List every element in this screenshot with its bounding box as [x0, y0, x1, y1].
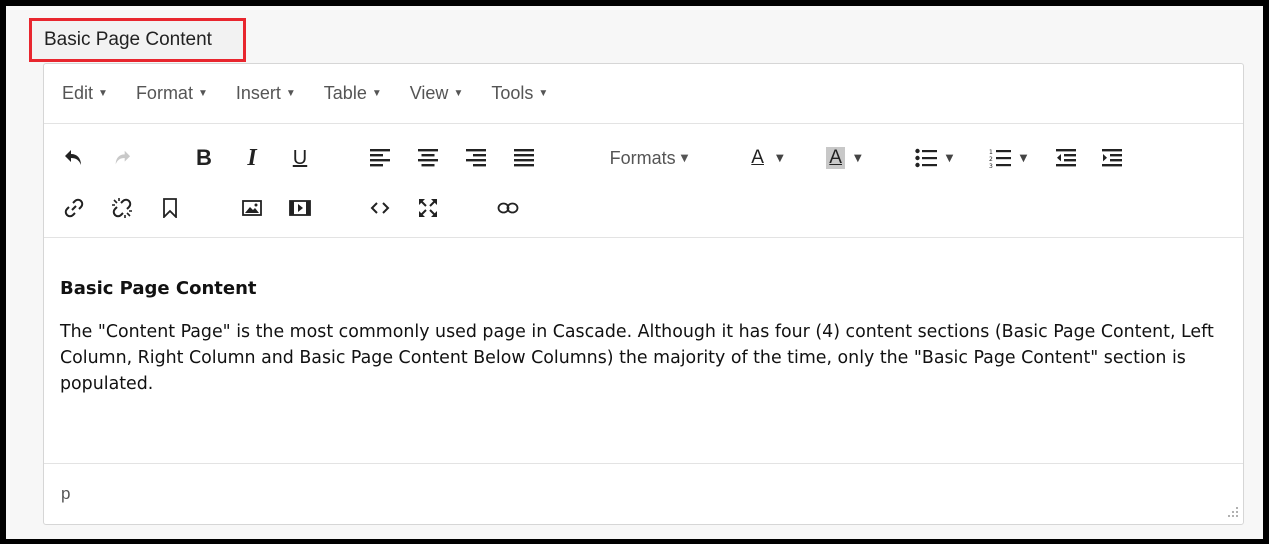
menu-tools[interactable]: Tools ▼	[491, 83, 548, 104]
link-icon	[64, 198, 84, 218]
align-right-icon	[466, 149, 486, 167]
source-code-button[interactable]	[362, 188, 398, 228]
editor-content-area[interactable]: Basic Page Content The "Content Page" is…	[44, 238, 1243, 464]
background-color-button[interactable]: A ▼	[812, 138, 876, 178]
menu-edit[interactable]: Edit ▼	[62, 83, 108, 104]
redo-button[interactable]	[104, 138, 140, 178]
bullet-list-button[interactable]: ▼	[902, 138, 966, 178]
bold-button[interactable]: B	[186, 138, 222, 178]
svg-text:3: 3	[989, 163, 993, 168]
caret-down-icon: ▼	[775, 152, 784, 164]
bookmark-button[interactable]	[152, 188, 188, 228]
image-icon	[242, 200, 262, 216]
caret-down-icon: ▼	[1019, 152, 1028, 164]
menu-insert[interactable]: Insert ▼	[236, 83, 296, 104]
menu-bar: Edit ▼ Format ▼ Insert ▼ Table ▼ View ▼ Tools…	[44, 64, 1243, 124]
undo-button[interactable]	[56, 138, 92, 178]
caret-down-icon: ▼	[371, 88, 382, 99]
bookmark-icon	[163, 198, 177, 218]
indent-icon	[1102, 149, 1122, 167]
align-center-button[interactable]	[410, 138, 446, 178]
undo-icon	[65, 150, 81, 165]
caret-down-icon: ▼	[98, 88, 108, 99]
toolbar-row-2	[44, 188, 1243, 228]
content-paragraph: The "Content Page" is the most commonly …	[60, 322, 1214, 394]
source-code-icon	[370, 202, 390, 214]
menu-view[interactable]: View ▼	[410, 83, 464, 104]
outdent-icon	[1056, 149, 1076, 167]
caret-down-icon: ▼	[538, 88, 549, 99]
numbered-list-button[interactable]: 1 2 3 ▼	[976, 138, 1040, 178]
media-button[interactable]	[282, 188, 318, 228]
svg-text:1: 1	[989, 149, 993, 156]
content-heading: Basic Page Content	[60, 278, 257, 299]
align-left-button[interactable]	[362, 138, 398, 178]
fullscreen-icon	[419, 199, 437, 217]
align-justify-button[interactable]	[506, 138, 542, 178]
screenshot-frame: Basic Page Content Edit ▼ Format ▼ Insert ▼…	[0, 0, 1269, 544]
rich-text-editor: Edit ▼ Format ▼ Insert ▼ Table ▼ View ▼ Tools…	[43, 63, 1244, 525]
menu-tools-label: Tools	[491, 83, 534, 103]
caret-down-icon: ▼	[197, 88, 208, 99]
numbered-list-icon: 123	[989, 149, 1011, 168]
toolbar: B I U Formats ▼ A ▼ A ▼ ▼ 1 2 3 ▼	[44, 124, 1243, 238]
toolbar-row-1: B I U Formats ▼ A ▼ A ▼ ▼ 1 2 3 ▼	[44, 138, 1243, 178]
menu-format-label: Format	[135, 83, 193, 103]
caret-down-icon: ▼	[853, 152, 862, 164]
underline-icon: U	[292, 146, 308, 169]
menu-view-label: View	[409, 83, 449, 103]
caret-down-icon: ▼	[945, 152, 954, 164]
unlink-button[interactable]	[104, 188, 140, 228]
element-path[interactable]: p	[61, 484, 70, 504]
menu-format[interactable]: Format ▼	[136, 83, 208, 104]
image-button[interactable]	[234, 188, 270, 228]
bold-icon: B	[196, 145, 212, 170]
caret-down-icon: ▼	[453, 88, 464, 99]
align-left-icon	[370, 149, 390, 167]
underline-button[interactable]: U	[282, 138, 318, 178]
link-checker-button[interactable]	[490, 188, 526, 228]
menu-insert-label: Insert	[235, 83, 281, 103]
align-justify-icon	[514, 149, 534, 167]
text-color-icon: A	[751, 147, 764, 168]
align-right-button[interactable]	[458, 138, 494, 178]
media-icon	[289, 200, 311, 216]
caret-down-icon: ▼	[680, 152, 689, 164]
formats-label: Formats	[609, 147, 676, 168]
field-label-text: Basic Page Content	[44, 29, 212, 50]
fullscreen-button[interactable]	[410, 188, 446, 228]
background-color-icon: A	[826, 147, 845, 169]
svg-text:2: 2	[989, 156, 993, 163]
redo-icon	[115, 150, 131, 165]
resize-handle-icon[interactable]	[1227, 506, 1239, 518]
bullet-list-icon	[914, 148, 937, 168]
link-check-icon	[497, 202, 519, 214]
menu-table[interactable]: Table ▼	[324, 83, 382, 104]
menu-table-label: Table	[323, 83, 367, 103]
italic-button[interactable]: I	[234, 138, 270, 178]
align-center-icon	[418, 149, 438, 167]
link-button[interactable]	[56, 188, 92, 228]
text-color-button[interactable]: A ▼	[734, 138, 798, 178]
outdent-button[interactable]	[1048, 138, 1084, 178]
unlink-icon	[112, 198, 132, 218]
formats-dropdown[interactable]: Formats ▼	[594, 138, 704, 178]
status-bar: p	[44, 464, 1243, 522]
field-label: Basic Page Content	[29, 18, 246, 62]
caret-down-icon: ▼	[285, 88, 296, 99]
indent-button[interactable]	[1094, 138, 1130, 178]
italic-icon: I	[247, 144, 257, 171]
menu-edit-label: Edit	[62, 83, 94, 103]
